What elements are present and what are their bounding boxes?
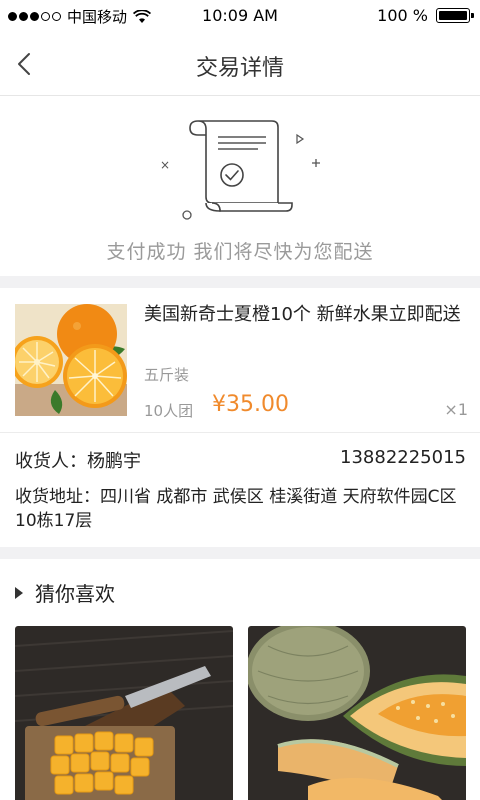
order-product-card[interactable]: 美国新奇士夏橙10个 新鲜水果立即配送 五斤装 10人团 ¥35.00 ×1	[0, 288, 480, 433]
payment-success-section: × 支付成功 我们将尽快为您配送	[0, 97, 480, 276]
nav-bar: 交易详情	[0, 32, 480, 96]
recommend-section: 猜你喜欢	[0, 560, 480, 800]
battery-percent: 100 %	[377, 6, 428, 25]
delivery-info: 收货人：杨鹏宇 13882225015 收货地址：四川省 成都市 武侯区 桂溪街…	[0, 433, 480, 547]
triangle-right-icon	[15, 586, 23, 599]
svg-text:×: ×	[160, 158, 170, 172]
product-price: ¥35.00	[212, 392, 289, 417]
delivery-address: 收货地址：四川省 成都市 武侯区 桂溪街道 天府软件园C区10栋17层	[15, 487, 457, 531]
battery-icon	[436, 8, 474, 23]
receipt-check-icon: ×	[160, 120, 320, 220]
section-divider	[0, 547, 480, 559]
receiver-name: 收货人：杨鹏宇	[15, 451, 141, 472]
success-message: 支付成功 我们将尽快为您配送	[106, 241, 374, 263]
group-buy-size: 10人团	[144, 402, 194, 420]
product-image-oranges	[15, 304, 127, 416]
recommend-header: 猜你喜欢	[15, 578, 115, 607]
recommend-title: 猜你喜欢	[35, 582, 115, 606]
product-spec: 五斤装	[144, 366, 190, 384]
product-title: 美国新奇士夏橙10个 新鲜水果立即配送	[144, 304, 461, 325]
receiver-phone: 13882225015	[340, 447, 466, 468]
page-title: 交易详情	[195, 56, 284, 81]
status-bar: 中国移动 10:09 AM 100 %	[0, 0, 480, 32]
recommend-card-melon[interactable]	[248, 626, 466, 800]
recommend-card-mango[interactable]	[15, 626, 233, 800]
product-quantity: ×1	[444, 400, 468, 419]
section-divider	[0, 276, 480, 288]
